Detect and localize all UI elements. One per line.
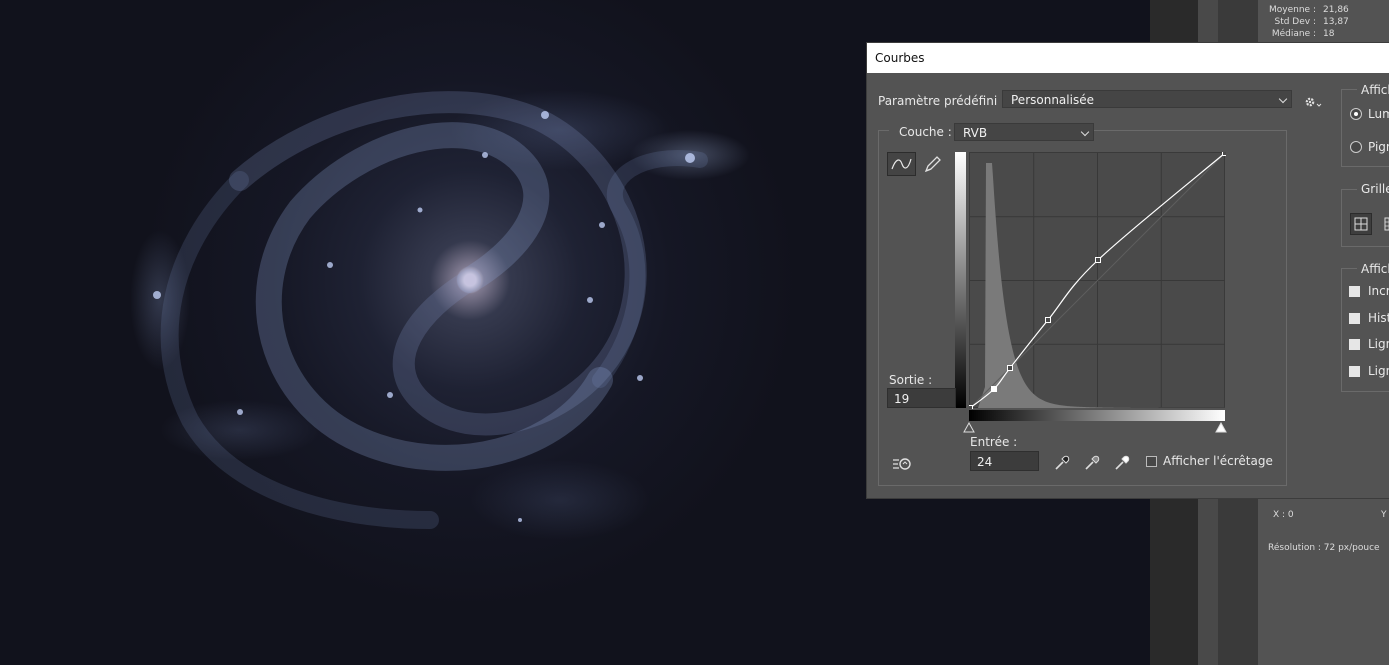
show-group-title: Affich (1357, 262, 1389, 276)
input-label: Entrée : (970, 435, 1018, 449)
input-gradient (969, 410, 1225, 421)
show-intersection-checkbox[interactable] (1349, 366, 1360, 377)
preset-label: Paramètre prédéfini : (878, 94, 1006, 108)
input-field[interactable]: 24 (970, 451, 1039, 471)
curve-point[interactable] (1222, 152, 1227, 156)
show-baseline-checkbox[interactable] (1349, 339, 1360, 350)
clipping-checkbox[interactable] (1146, 456, 1157, 467)
curves-dialog: Courbes Paramètre prédéfini : Personnali… (866, 42, 1389, 499)
x-readout: X : 0 (1273, 510, 1294, 520)
stat-row: Médiane :18 (1271, 29, 1335, 39)
white-eyedropper-icon[interactable] (1113, 454, 1131, 472)
show-histogram-checkbox[interactable] (1349, 313, 1360, 324)
grid-group-title: Grille (1357, 182, 1389, 196)
stat-row: Moyenne :21,86 (1269, 5, 1349, 15)
radio-light[interactable] (1350, 108, 1362, 120)
pencil-icon[interactable] (922, 153, 942, 175)
curve-graph[interactable] (969, 152, 1226, 409)
preset-value: Personnalisée (1011, 93, 1094, 107)
dialog-title: Courbes (875, 51, 925, 65)
display-group (1341, 89, 1389, 167)
black-point-slider-icon[interactable] (963, 422, 975, 434)
output-label: Sortie : (889, 373, 933, 387)
curve-point[interactable] (991, 386, 997, 392)
display-group-title: Affich (1357, 83, 1389, 97)
grid-simple-icon[interactable] (1350, 213, 1372, 235)
channel-label: Couche : (889, 125, 962, 139)
curve-point[interactable] (1095, 257, 1101, 263)
output-gradient (955, 152, 966, 408)
radio-pigment-label: Pigm (1368, 140, 1389, 154)
histogram-stats: Moyenne :21,86 Std Dev :13,87 Médiane :1… (1258, 4, 1349, 40)
gear-icon[interactable] (1304, 95, 1324, 109)
white-point-slider-icon[interactable] (1215, 422, 1227, 434)
gray-eyedropper-icon[interactable] (1083, 454, 1101, 472)
curve-point[interactable] (969, 405, 973, 410)
dialog-titlebar[interactable]: Courbes (867, 43, 1389, 73)
channel-select[interactable]: RVB (954, 123, 1094, 141)
clipping-label: Afficher l'écrêtage (1163, 454, 1273, 468)
radio-light-label: Lum (1368, 107, 1389, 121)
preset-select[interactable]: Personnalisée (1002, 90, 1292, 108)
channel-value: RVB (963, 126, 988, 140)
radio-pigment[interactable] (1350, 141, 1362, 153)
targeted-adjustment-icon[interactable] (891, 455, 913, 471)
grid-detailed-icon[interactable] (1380, 213, 1389, 235)
chevron-down-icon (1080, 127, 1090, 137)
stat-row: Std Dev :13,87 (1274, 17, 1349, 27)
show-baseline-label: Lign (1368, 337, 1389, 351)
show-intersection-label: Lign (1368, 364, 1389, 378)
curve-point[interactable] (1045, 317, 1051, 323)
show-histogram-label: Hist (1368, 311, 1389, 325)
curve-point-tool-icon[interactable] (887, 152, 916, 176)
resolution-readout: Résolution : 72 px/pouce (1268, 543, 1380, 553)
chevron-down-icon (1278, 94, 1288, 104)
show-increments-checkbox[interactable] (1349, 286, 1360, 297)
show-increments-label: Incr (1368, 284, 1389, 298)
output-field[interactable]: 19 (887, 388, 956, 408)
curve-point[interactable] (1007, 365, 1013, 371)
y-readout: Y (1381, 510, 1387, 520)
black-eyedropper-icon[interactable] (1053, 454, 1071, 472)
